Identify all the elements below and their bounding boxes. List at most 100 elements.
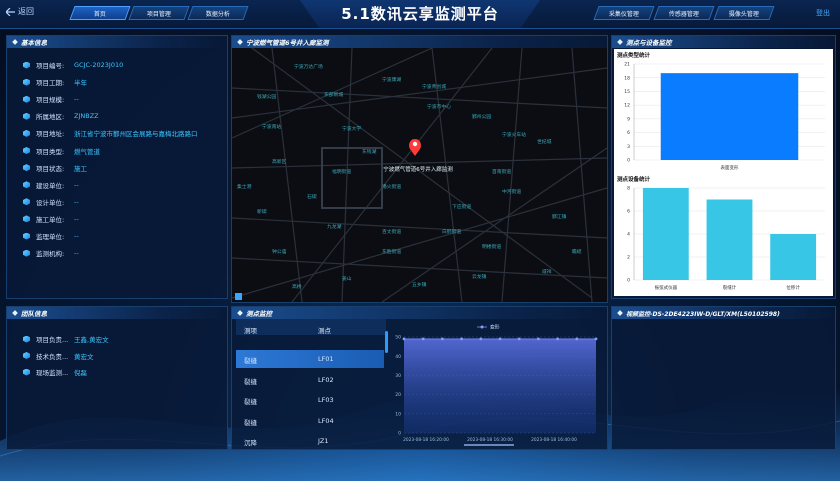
- nav-collector-management[interactable]: 采集仪管理: [593, 6, 655, 20]
- info-value: ZJNBZZ: [74, 112, 99, 121]
- nav-data-analysis[interactable]: 数据分析: [187, 6, 249, 20]
- info-label: 设计单位:: [36, 198, 65, 207]
- map-view[interactable]: 宁波万达广场宁波康湖宁波青创城钱湖公园 东部新城宁波市中心宁波火车站 宁波大学东钱湖…: [232, 48, 607, 302]
- point-type-chart: 0 3 6 9 12 15 18 21 表面变形: [624, 62, 825, 171]
- back-icon: [6, 7, 15, 16]
- x-tick-label: 2023-08-18 16:40:00: [531, 437, 577, 443]
- cube-icon: [23, 368, 30, 376]
- nav-home-label: 首页: [93, 10, 106, 18]
- info-row: 设计单位: --: [23, 197, 79, 207]
- map-place-label: 瞻岐: [572, 248, 582, 255]
- cube-icon: [23, 78, 30, 86]
- team-row: 项目负责... 王鑫,黄宏文: [23, 334, 109, 344]
- nav-project-management[interactable]: 项目管理: [128, 6, 190, 20]
- team-row: 现场监测... 倪磊: [23, 367, 87, 377]
- info-label: 项目工期:: [36, 79, 65, 88]
- x-tick-label: 2023-08-18 16:30:00: [467, 437, 513, 443]
- info-row: 施工单位: --: [23, 214, 79, 224]
- map-place-label: 鄞江镇: [552, 213, 567, 220]
- info-label: 施工单位:: [36, 215, 65, 224]
- map-place-label: 东部新城: [324, 91, 343, 98]
- basic-info-header: 基本信息: [7, 36, 227, 48]
- info-value: 施工: [74, 164, 87, 173]
- y-tick-label: 21: [624, 62, 630, 68]
- row-point: LF01: [318, 355, 334, 363]
- team-label: 项目负责...: [36, 336, 69, 344]
- legend-label: 变形: [490, 324, 500, 331]
- survey-title: 测点监控: [246, 310, 272, 318]
- survey-table-row[interactable]: 沉降 JZ1: [236, 432, 384, 450]
- y-tick-label: 0: [627, 278, 630, 284]
- device-title: 测点与设备监控: [626, 39, 672, 47]
- nav-camera-management[interactable]: 摄像头管理: [713, 6, 775, 20]
- info-row: 项目工期: 半年: [23, 77, 87, 87]
- nav-home[interactable]: 首页: [69, 6, 131, 20]
- map-place-label: 东钱湖: [362, 148, 377, 155]
- y-tick-label: 30: [395, 373, 401, 379]
- survey-table-row[interactable]: 裂缝 LF02: [236, 371, 384, 389]
- map-place-label: 鄞州公园: [472, 113, 491, 120]
- y-tick-label: 40: [395, 354, 401, 360]
- info-row: 项目规模: --: [23, 94, 79, 104]
- info-value: 浙江省宁波市鄞州区会展路与嘉梅北路路口: [74, 130, 198, 139]
- video-title: 视频监控-DS-2DE4223IW-D/GLT/XM(L50102598): [626, 310, 780, 318]
- row-point: LF03: [318, 396, 334, 404]
- map-place-label: 白鹤街道: [442, 228, 461, 235]
- team-value: 黄宏文: [74, 352, 94, 361]
- zoom-slider[interactable]: [464, 444, 514, 446]
- y-tick-label: 0: [398, 431, 401, 437]
- info-row: 监测机构: --: [23, 248, 79, 258]
- team-info-panel: 团队信息 项目负责... 王鑫,黄宏文 技术负责... 黄宏文 现场监测... 倪磊: [6, 306, 228, 450]
- x-tick-label: 表面变形: [721, 164, 739, 171]
- map-place-label: 石碶: [307, 193, 317, 200]
- info-value: --: [74, 197, 79, 206]
- y-tick-label: 8: [627, 186, 630, 192]
- map-pin-icon[interactable]: [409, 139, 421, 156]
- title-diamond-icon: [12, 39, 18, 45]
- back-button[interactable]: 返回: [6, 6, 34, 17]
- cube-icon: [23, 232, 30, 240]
- x-tick-label: 裂缝计: [723, 284, 737, 291]
- survey-table-scrollbar[interactable]: [385, 331, 388, 353]
- info-value: 半年: [74, 79, 87, 88]
- y-tick-label: 0: [627, 158, 630, 164]
- survey-table-row[interactable]: 裂缝 LF03: [236, 391, 384, 409]
- logout-button[interactable]: 登出: [816, 8, 830, 18]
- back-label: 返回: [18, 7, 34, 16]
- nav-sensor-management[interactable]: 传感器管理: [653, 6, 715, 20]
- data-point: [479, 337, 483, 341]
- map-place-label: 姜山: [342, 275, 352, 282]
- series-area: [404, 338, 596, 433]
- map-header: 宁波燃气管道6号井入廊监测: [232, 36, 607, 48]
- cube-icon: [23, 335, 30, 343]
- info-value: GCJC-2023J010: [74, 61, 124, 69]
- y-tick-label: 50: [395, 335, 401, 341]
- row-item: 沉降: [244, 439, 257, 447]
- map-place-label: 潘火街道: [382, 183, 401, 190]
- device-header: 测点与设备监控: [612, 36, 835, 48]
- map-place-label: 宁波青创城: [422, 83, 446, 90]
- info-row: 建设单位: --: [23, 180, 79, 190]
- row-item: 裂缝: [244, 418, 257, 427]
- map-place-label: 五乡镇: [412, 281, 427, 288]
- survey-table-header: 测项 测点: [236, 319, 386, 335]
- data-point: [421, 337, 425, 341]
- team-value: 王鑫,黄宏文: [74, 336, 109, 344]
- data-point: [498, 337, 502, 341]
- survey-table-row[interactable]: 裂缝 LF04: [236, 412, 384, 430]
- bar: [660, 73, 799, 160]
- info-label: 项目规模:: [36, 96, 65, 105]
- info-label: 所属地区:: [36, 113, 65, 122]
- basic-info-title: 基本信息: [21, 39, 47, 47]
- survey-table-row[interactable]: 裂缝 LF01: [236, 350, 384, 368]
- y-tick-label: 18: [624, 75, 630, 81]
- basic-info-panel: 基本信息 项目编号: GCJC-2023J010 项目工期: 半年 项目规模: -- 所属地…: [6, 35, 228, 299]
- y-tick-label: 6: [627, 209, 630, 215]
- device-charts-area: 测点类型统计 0 3 6 9 12 15 18 21 表面变形 测点设备统计 0 2 4 6 8 振弦式仪…: [614, 49, 833, 296]
- row-item: 裂缝: [244, 398, 257, 406]
- y-tick-label: 2: [627, 255, 630, 261]
- x-tick-label: 2023-08-18 16:20:00: [403, 437, 449, 443]
- map-place-label: 首南街道: [492, 168, 511, 175]
- map-place-label: 宁波火车站: [502, 131, 526, 138]
- map-place-label: 下应街道: [452, 203, 471, 210]
